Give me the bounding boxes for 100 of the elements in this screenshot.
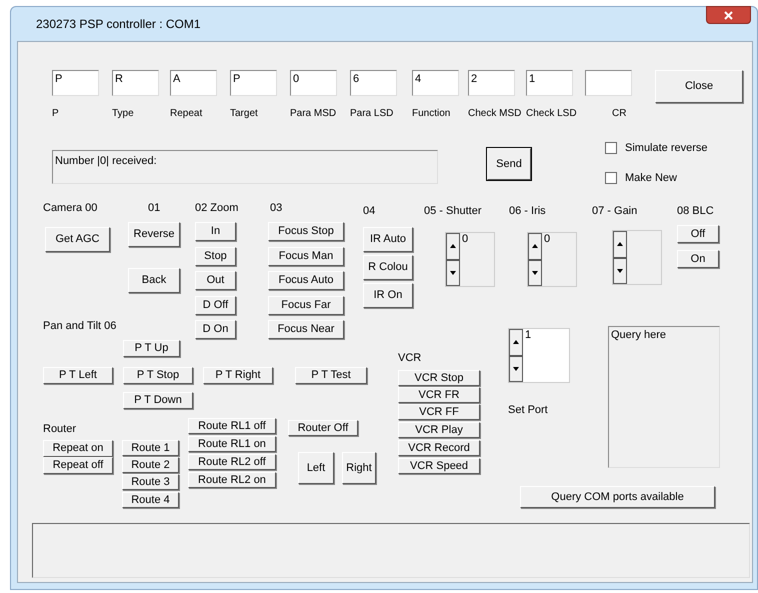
command-button[interactable]: Focus Man: [268, 247, 344, 266]
field-label: Type: [112, 107, 134, 121]
command-button[interactable]: Reverse: [128, 222, 180, 247]
command-button[interactable]: Repeat on: [43, 440, 113, 457]
command-button[interactable]: VCR Speed: [398, 458, 480, 474]
text-field[interactable]: P: [52, 70, 99, 96]
field-label: P: [52, 107, 59, 121]
group-label: Set Port: [508, 403, 548, 418]
command-button[interactable]: Stop: [195, 247, 236, 266]
text-field[interactable]: [585, 70, 632, 96]
spin-up-button[interactable]: [509, 329, 523, 356]
spin-down-button[interactable]: [509, 356, 523, 382]
up-arrow-icon: [617, 242, 623, 246]
text-field[interactable]: 0: [290, 70, 337, 96]
field-label: Para MSD: [290, 107, 336, 121]
command-button[interactable]: IR Auto: [363, 227, 413, 252]
command-button[interactable]: IR On: [363, 283, 413, 308]
command-button[interactable]: Off: [677, 225, 719, 243]
query-box[interactable]: Query here: [608, 326, 720, 468]
command-button[interactable]: P T Right: [203, 367, 273, 384]
up-arrow-icon: [513, 340, 519, 344]
field-label: Repeat: [170, 107, 202, 121]
command-button[interactable]: Route 4: [122, 492, 179, 508]
command-button[interactable]: Route RL2 on: [188, 472, 276, 488]
command-button[interactable]: Focus Auto: [268, 271, 344, 290]
close-button[interactable]: Close: [655, 70, 743, 103]
spin-value: 0: [461, 233, 468, 247]
spin-box[interactable]: 1: [508, 328, 570, 383]
command-button[interactable]: Router Off: [288, 420, 358, 436]
text-field[interactable]: A: [170, 70, 217, 96]
command-button[interactable]: P T Up: [123, 340, 180, 357]
group-label: Pan and Tilt 06: [43, 319, 116, 334]
group-label: Router: [43, 422, 76, 437]
text-field[interactable]: 4: [412, 70, 459, 96]
command-button[interactable]: R Colou: [363, 255, 413, 280]
text-field[interactable]: P: [230, 70, 277, 96]
command-button[interactable]: Route 2: [122, 457, 179, 473]
command-button[interactable]: Route RL1 off: [188, 418, 276, 434]
group-label: Camera 00: [43, 201, 98, 216]
spin-value: 0: [543, 233, 550, 247]
text-field[interactable]: 1: [526, 70, 573, 96]
field-label: Check MSD: [468, 107, 522, 121]
down-arrow-icon: [532, 270, 538, 275]
command-button[interactable]: Left: [298, 452, 334, 484]
command-button[interactable]: In: [195, 222, 236, 241]
command-button[interactable]: P T Stop: [123, 367, 193, 384]
command-button[interactable]: D On: [195, 320, 236, 339]
text-field[interactable]: 2: [468, 70, 515, 96]
command-button[interactable]: VCR Play: [398, 422, 480, 438]
group-label: 07 - Gain: [592, 204, 638, 219]
up-arrow-icon: [450, 244, 456, 248]
command-button[interactable]: D Off: [195, 296, 236, 315]
command-button[interactable]: P T Left: [43, 367, 113, 384]
checkbox[interactable]: [605, 142, 617, 154]
command-button[interactable]: VCR Record: [398, 440, 480, 456]
command-button[interactable]: Right: [342, 452, 376, 484]
checkbox-label: Simulate reverse: [625, 141, 708, 156]
up-arrow-icon: [532, 244, 538, 248]
command-button[interactable]: Repeat off: [43, 457, 113, 474]
command-button[interactable]: Route 3: [122, 474, 179, 490]
field-label: CR: [612, 107, 626, 121]
command-button[interactable]: VCR Stop: [398, 370, 480, 386]
group-label: 02 Zoom: [195, 201, 238, 216]
down-arrow-icon: [450, 270, 456, 275]
down-arrow-icon: [617, 268, 623, 273]
command-button[interactable]: Back: [128, 268, 180, 293]
command-button[interactable]: Route RL1 on: [188, 436, 276, 452]
group-label: VCR: [398, 351, 422, 366]
group-label: 01: [148, 201, 160, 216]
checkbox[interactable]: [605, 172, 617, 184]
group-label: 05 - Shutter: [424, 204, 482, 219]
command-button[interactable]: Route RL2 off: [188, 454, 276, 470]
group-label: 06 - Iris: [509, 204, 546, 219]
window-title: 230273 PSP controller : COM1: [36, 16, 201, 33]
close-icon[interactable]: [706, 6, 751, 24]
command-button[interactable]: VCR FR: [398, 387, 480, 403]
group-label: 03: [270, 201, 282, 216]
command-button[interactable]: Focus Far: [268, 296, 344, 315]
text-field[interactable]: R: [112, 70, 159, 96]
message-box: Number |0| received:: [52, 150, 438, 184]
text-field[interactable]: 6: [350, 70, 397, 96]
command-button[interactable]: Get AGC: [45, 227, 110, 252]
checkbox-label: Make New: [625, 171, 677, 186]
down-arrow-icon: [513, 366, 519, 371]
command-button[interactable]: VCR FF: [398, 404, 480, 420]
spin-value: 1: [524, 329, 532, 343]
field-label: Para LSD: [350, 107, 394, 121]
field-label: Target: [230, 107, 258, 121]
field-label: Function: [412, 107, 450, 121]
send-button[interactable]: Send: [487, 148, 531, 180]
command-button[interactable]: Out: [195, 271, 236, 290]
field-label: Check LSD: [526, 107, 577, 121]
command-button[interactable]: Focus Near: [268, 320, 344, 339]
command-button[interactable]: P T Down: [123, 392, 193, 409]
command-button[interactable]: Route 1: [122, 440, 179, 456]
command-button[interactable]: Query COM ports available: [520, 486, 715, 508]
group-label: 04: [363, 204, 376, 219]
command-button[interactable]: P T Test: [295, 367, 367, 384]
command-button[interactable]: Focus Stop: [268, 222, 344, 241]
command-button[interactable]: On: [677, 250, 719, 268]
